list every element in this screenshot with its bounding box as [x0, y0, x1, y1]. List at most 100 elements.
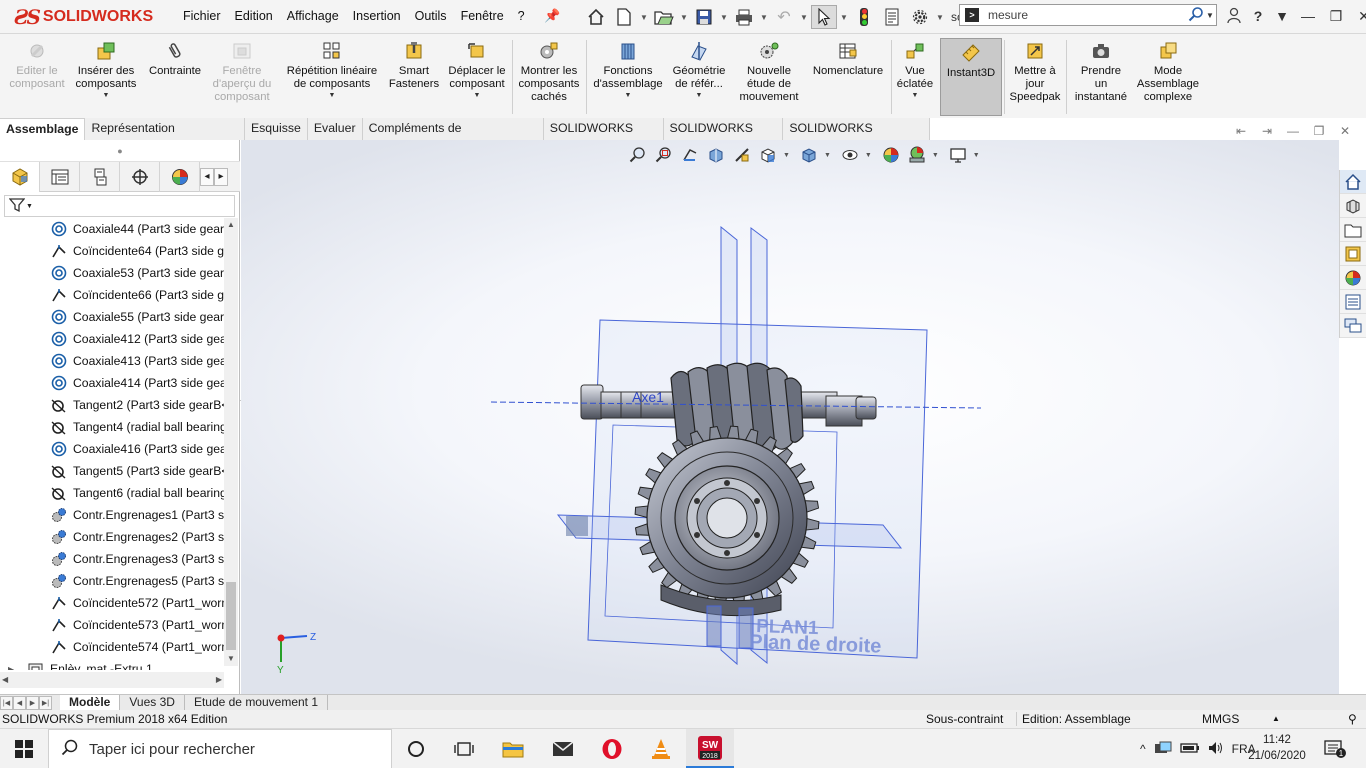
taskbar-search[interactable]: Taper ici pour rechercher [48, 729, 392, 768]
design-library-icon[interactable] [1340, 194, 1366, 218]
reference-geometry-dropdown-icon[interactable]: ▼ [696, 91, 703, 100]
tree-item[interactable]: Tangent2 (Part3 side gearB< [0, 394, 224, 416]
close-icon[interactable]: ✕ [1350, 8, 1366, 25]
apply-scene-icon[interactable] [906, 145, 928, 165]
previous-tab-icon[interactable]: ◀ [13, 695, 26, 710]
tab-cam[interactable]: SOLIDWORKS CAM [664, 118, 784, 156]
file-explorer-icon[interactable] [1340, 218, 1366, 242]
move-component-dropdown-icon[interactable]: ▼ [474, 91, 481, 100]
magnifier-icon[interactable] [1188, 6, 1204, 25]
previous-view-icon[interactable]: ⇤ [1230, 124, 1252, 138]
select-dropdown-icon[interactable]: ▼ [839, 13, 849, 22]
instant3d-button[interactable]: Instant3D [940, 38, 1002, 116]
tree-item[interactable]: Contr.Engrenages2 (Part3 sic [0, 526, 224, 548]
scroll-left-icon[interactable]: ◀ [2, 672, 8, 688]
open-document-icon[interactable] [651, 5, 677, 29]
doc-minimize-icon[interactable]: — [1282, 124, 1304, 138]
opera-icon[interactable] [588, 729, 636, 768]
open-dropdown-icon[interactable]: ▼ [679, 13, 689, 22]
help-dropdown-icon[interactable]: ▼ [1270, 8, 1294, 24]
display-style-dropdown-icon[interactable]: ▼ [824, 152, 831, 159]
last-tab-icon[interactable]: ▶| [39, 695, 52, 710]
zoom-to-fit-icon[interactable] [627, 145, 649, 165]
tab-inspection[interactable]: SOLIDWORKS Inspection [783, 118, 930, 156]
menu-outils[interactable]: Outils [408, 9, 454, 23]
scroll-thumb[interactable] [226, 582, 236, 650]
undo-icon[interactable]: ↶ [771, 5, 797, 29]
tab-assemblage[interactable]: Assemblage [0, 118, 86, 140]
dynamic-annotation-icon[interactable] [731, 145, 753, 165]
print-icon[interactable] [731, 5, 757, 29]
take-snapshot-button[interactable]: Prendre un instantané [1070, 40, 1132, 114]
mate-button[interactable]: Contrainte [144, 40, 206, 114]
smart-fasteners-button[interactable]: Smart Fasteners [386, 40, 442, 114]
view-orientation-icon[interactable] [757, 145, 779, 165]
move-component-button[interactable]: Déplacer le composant ▼ [444, 40, 510, 114]
task-view-icon[interactable] [440, 729, 488, 768]
tree-feature-item[interactable]: ▶ Enlèv. mat.-Extru.1 [0, 658, 224, 670]
tray-expand-icon[interactable]: ^ [1140, 742, 1146, 756]
select-cursor-icon[interactable] [811, 5, 837, 29]
windows-start-icon[interactable] [0, 729, 48, 768]
first-tab-icon[interactable]: |◀ [0, 695, 13, 710]
tree-item[interactable]: Coïncidente574 (Part1_worm [0, 636, 224, 658]
tree-item[interactable]: Tangent6 (radial ball bearing [0, 482, 224, 504]
tree-item[interactable]: Coïncidente66 (Part3 side ge [0, 284, 224, 306]
assembly-features-dropdown-icon[interactable]: ▼ [625, 91, 632, 100]
doc-close-icon[interactable]: ✕ [1334, 124, 1356, 138]
tree-vertical-scrollbar[interactable]: ▲ ▼ [224, 218, 238, 666]
minimize-icon[interactable]: — [1294, 8, 1322, 24]
component-preview-window-button[interactable]: Fenêtre d'aperçu du composant [208, 40, 276, 114]
pin-menu-icon[interactable]: 📌 [544, 8, 560, 24]
configurationmanager-tab-icon[interactable] [80, 162, 120, 192]
menu-help[interactable]: ? [511, 9, 532, 23]
apply-scene-dropdown-icon[interactable]: ▼ [932, 152, 939, 159]
system-clock[interactable]: 11:42 21/06/2020 [1244, 732, 1310, 764]
tab-vues-3d[interactable]: Vues 3D [120, 694, 185, 711]
units-dropdown-icon[interactable]: ▲ [1272, 710, 1280, 728]
undo-dropdown-icon[interactable]: ▼ [799, 13, 809, 22]
file-explorer-taskbar-icon[interactable] [489, 729, 537, 768]
scroll-up-icon[interactable]: ▲ [224, 218, 238, 232]
tree-item[interactable]: Coaxiale414 (Part3 side gearl [0, 372, 224, 394]
network-icon[interactable] [1154, 741, 1172, 758]
propertymanager-tab-icon[interactable] [40, 162, 80, 192]
graphics-area[interactable]: Axe1 PLAN1 Plan de droite Z Y [241, 140, 1339, 694]
appearances-icon[interactable] [1340, 266, 1366, 290]
tree-item[interactable]: Coaxiale53 (Part3 side gearB [0, 262, 224, 284]
hide-show-dropdown-icon[interactable]: ▼ [865, 152, 872, 159]
user-icon[interactable] [1222, 7, 1246, 26]
manager-tabs-left-icon[interactable]: ◂ [200, 168, 214, 186]
previous-view-icon[interactable] [679, 145, 701, 165]
battery-icon[interactable] [1179, 742, 1200, 757]
show-hidden-components-button[interactable]: Montrer les composants cachés [514, 40, 584, 114]
expand-arrow-icon[interactable]: ▶ [8, 665, 14, 671]
tab-modele[interactable]: Modèle [60, 694, 121, 711]
view-settings-dropdown-icon[interactable]: ▼ [973, 152, 980, 159]
hide-show-items-icon[interactable] [839, 145, 861, 165]
insert-components-dropdown-icon[interactable]: ▼ [103, 91, 110, 100]
tree-horizontal-scrollbar[interactable]: ◀ ▶ [0, 672, 224, 688]
tab-representation-schematique[interactable]: Représentation schématique [85, 118, 245, 156]
section-view-icon[interactable] [705, 145, 727, 165]
save-dropdown-icon[interactable]: ▼ [719, 13, 729, 22]
insert-components-button[interactable]: Insérer des composants ▼ [72, 40, 140, 114]
linear-pattern-dropdown-icon[interactable]: ▼ [329, 91, 336, 100]
status-units[interactable]: MMGS [1202, 710, 1239, 728]
tree-item[interactable]: Coaxiale55 (Part3 side gearB [0, 306, 224, 328]
custom-properties-icon[interactable] [1340, 290, 1366, 314]
panel-splitter-handle[interactable]: ● [0, 140, 240, 162]
tree-item[interactable]: Coaxiale413 (Part3 side gearl [0, 350, 224, 372]
doc-restore-icon[interactable]: ❐ [1308, 124, 1330, 138]
menu-affichage[interactable]: Affichage [280, 9, 346, 23]
save-icon[interactable] [691, 5, 717, 29]
new-dropdown-icon[interactable]: ▼ [639, 13, 649, 22]
linear-component-pattern-button[interactable]: Répétition linéaire de composants ▼ [280, 40, 384, 114]
tab-evaluer[interactable]: Evaluer [308, 118, 363, 140]
display-style-icon[interactable] [798, 145, 820, 165]
dimxpertmanager-tab-icon[interactable] [120, 162, 160, 192]
cortana-icon[interactable] [392, 729, 440, 768]
scroll-down-icon[interactable]: ▼ [224, 652, 238, 666]
large-assembly-mode-button[interactable]: Mode Assemblage complexe [1134, 40, 1202, 114]
options-gear-icon[interactable] [907, 5, 933, 29]
